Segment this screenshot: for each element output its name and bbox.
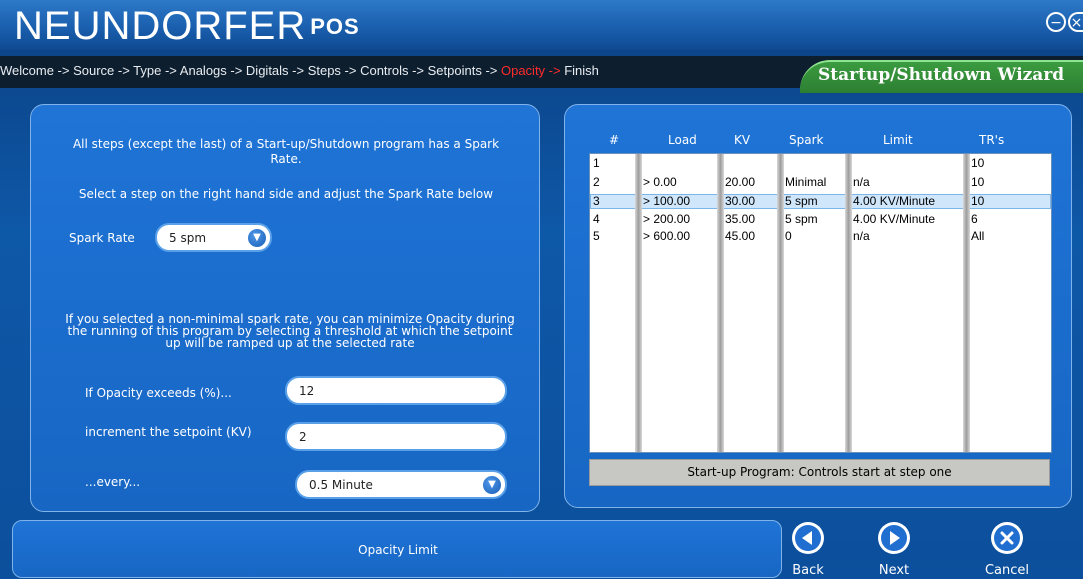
table-cell[interactable]: 4.00 KV/Minute: [853, 194, 935, 208]
brand-name: NEUNDORFER: [14, 4, 307, 48]
table-cell[interactable]: 5 spm: [785, 194, 818, 208]
wizard-title-tab: Startup/Shutdown Wizard: [800, 60, 1083, 93]
column-header-load: Load: [668, 133, 697, 147]
next-label: Next: [878, 563, 910, 578]
breadcrumb-finish: Finish: [564, 63, 599, 78]
table-cell[interactable]: 10: [971, 175, 984, 189]
interval-value: 0.5 Minute: [309, 478, 373, 492]
brand-suffix: POS: [310, 14, 360, 39]
every-label: ...every...: [85, 475, 141, 489]
column-divider[interactable]: [963, 154, 970, 452]
intro-text: All steps (except the last) of a Start-u…: [72, 137, 500, 166]
table-cell[interactable]: 4.00 KV/Minute: [853, 212, 935, 226]
cancel-button[interactable]: Cancel: [977, 522, 1037, 579]
opacity-exceeds-value: 12: [299, 384, 315, 398]
table-cell[interactable]: 5: [593, 229, 600, 243]
column-divider[interactable]: [635, 154, 642, 452]
title-bar: NEUNDORFER POS − ×: [0, 0, 1083, 50]
chevron-down-icon[interactable]: ▼: [482, 475, 502, 495]
close-icon[interactable]: ×: [1068, 12, 1083, 32]
column-divider[interactable]: [845, 154, 852, 452]
back-arrow-icon[interactable]: [792, 522, 824, 554]
minimize-icon[interactable]: −: [1046, 12, 1066, 32]
table-cell[interactable]: 0: [785, 229, 792, 243]
opacity-exceeds-label: If Opacity exceeds (%)...: [85, 386, 232, 400]
breadcrumb: Welcome -> Source -> Type -> Analogs -> …: [0, 63, 599, 78]
next-arrow-icon[interactable]: [878, 522, 910, 554]
interval-dropdown[interactable]: 0.5 Minute ▼: [295, 470, 507, 499]
table-cell[interactable]: 2: [593, 175, 600, 189]
increment-value: 2: [299, 430, 307, 444]
table-cell[interactable]: 6: [971, 212, 978, 226]
app-brand: NEUNDORFER POS: [14, 4, 360, 49]
column-divider[interactable]: [777, 154, 784, 452]
increment-label: increment the setpoint (KV): [85, 425, 252, 439]
steps-table[interactable]: 1 10 2 > 0.00 20.00 Minimal n/a 10 3 > 1…: [589, 153, 1052, 453]
next-button[interactable]: Next: [864, 522, 924, 579]
table-cell[interactable]: 45.00: [725, 229, 755, 243]
table-cell[interactable]: 10: [971, 156, 984, 170]
opacity-info-text: If you selected a non-minimal spark rate…: [65, 312, 515, 350]
column-header-trs: TR's: [979, 133, 1005, 147]
cancel-x-icon[interactable]: [991, 522, 1023, 554]
spark-rate-label: Spark Rate: [69, 231, 135, 245]
table-cell[interactable]: 3: [593, 194, 600, 208]
column-header-number: #: [609, 133, 620, 147]
program-status-bar: Start-up Program: Controls start at step…: [589, 459, 1050, 486]
table-cell[interactable]: 4: [593, 212, 600, 226]
table-cell[interactable]: n/a: [853, 175, 870, 189]
table-cell[interactable]: > 100.00: [643, 194, 690, 208]
wizard-title: Startup/Shutdown Wizard: [818, 65, 1065, 85]
back-label: Back: [792, 563, 824, 578]
table-cell[interactable]: > 0.00: [643, 175, 677, 189]
opacity-exceeds-input[interactable]: 12: [285, 376, 507, 405]
opacity-limit-bar: Opacity Limit: [12, 520, 782, 578]
increment-input[interactable]: 2: [285, 422, 507, 451]
back-button[interactable]: Back: [778, 522, 838, 579]
table-cell[interactable]: All: [971, 229, 984, 243]
table-cell[interactable]: 5 spm: [785, 212, 818, 226]
table-cell[interactable]: 20.00: [725, 175, 755, 189]
column-header-spark: Spark: [789, 133, 824, 147]
spark-rate-panel: All steps (except the last) of a Start-u…: [30, 104, 540, 512]
spark-rate-value: 5 spm: [169, 231, 207, 245]
spark-rate-dropdown[interactable]: 5 spm ▼: [155, 223, 272, 252]
chevron-down-icon[interactable]: ▼: [247, 228, 267, 248]
table-cell[interactable]: 1: [593, 156, 600, 170]
table-cell[interactable]: > 600.00: [643, 229, 690, 243]
steps-panel: # Load KV Spark Limit TR's 1 10 2 > 0.00…: [564, 104, 1072, 508]
breadcrumb-current: Opacity ->: [500, 63, 565, 78]
table-cell[interactable]: 30.00: [725, 194, 755, 208]
cancel-label: Cancel: [984, 563, 1030, 578]
table-cell[interactable]: 35.00: [725, 212, 755, 226]
column-header-kv: KV: [734, 133, 751, 147]
column-divider[interactable]: [717, 154, 724, 452]
breadcrumb-steps: Welcome -> Source -> Type -> Analogs -> …: [0, 63, 501, 78]
column-header-limit: Limit: [883, 133, 913, 147]
table-cell[interactable]: 10: [971, 194, 984, 208]
table-cell[interactable]: n/a: [853, 229, 870, 243]
instruction-text: Select a step on the right hand side and…: [78, 187, 494, 201]
opacity-limit-label: Opacity Limit: [358, 543, 438, 557]
table-cell[interactable]: > 200.00: [643, 212, 690, 226]
table-cell[interactable]: Minimal: [785, 175, 826, 189]
